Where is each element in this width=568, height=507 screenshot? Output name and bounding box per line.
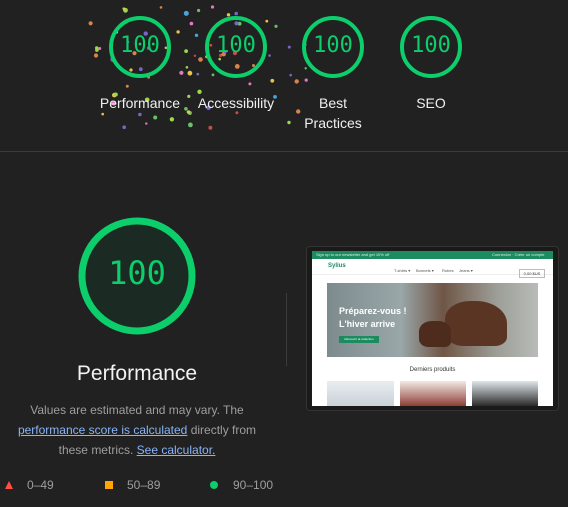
boot-image [445, 301, 507, 346]
gauge-seo[interactable]: 100 SEO [371, 15, 491, 113]
performance-description: Values are estimated and may vary. The p… [6, 400, 268, 460]
legend-range: 50–89 [127, 478, 161, 492]
confetti-dot [188, 122, 193, 128]
confetti-dot [122, 7, 126, 10]
site-nav-item: Robes [442, 268, 454, 273]
boot-image [419, 321, 451, 347]
site-logo: Sylius [328, 263, 346, 269]
circle-pass-icon [210, 481, 218, 489]
site-topbar: Sign up to our newsletter and get 10% of… [312, 251, 553, 259]
hero-line: L'hiver arrive [339, 319, 396, 329]
square-average-icon [105, 481, 113, 489]
product-thumbnail [400, 381, 466, 406]
product-thumbnail [327, 381, 394, 406]
description-text: Values are estimated and may vary. The [30, 403, 244, 417]
category-summary: 100 Performance 100 Accessibility 100 Be… [0, 0, 568, 152]
legend-pass: 90–100 [209, 478, 273, 492]
confetti-dot [169, 117, 175, 122]
cart-button: 0,00 $US [519, 269, 545, 278]
site-nav-item: Bonnets ▾ [416, 268, 434, 273]
legend-fail: 0–49 [4, 478, 54, 492]
legend-average: 50–89 [104, 478, 160, 492]
legend-range: 90–100 [233, 478, 274, 492]
page-screenshot: Sign up to our newsletter and get 10% of… [312, 251, 553, 406]
hero-banner: Préparez-vous ! L'hiver arrive Découvrir… [327, 283, 538, 357]
performance-score: 100 [108, 254, 166, 292]
confetti-dot [210, 5, 215, 9]
site-nav-item: T-shirts ▾ [394, 268, 411, 273]
final-screenshot[interactable]: Sign up to our newsletter and get 10% of… [307, 247, 558, 410]
performance-title: Performance [76, 362, 198, 385]
product-thumbnail [472, 381, 538, 406]
confetti-dot [122, 125, 126, 129]
gauge-label: Best Practices [304, 95, 362, 131]
topbar-text: Sign up to our newsletter and get 10% of… [316, 252, 390, 257]
gauge-label: SEO [416, 95, 446, 111]
gauge-score: 100 [411, 33, 451, 58]
topbar-text: Connexion · Créer un compte [492, 252, 545, 257]
hero-line: Préparez-vous ! [339, 306, 407, 316]
performance-score-calculated-link[interactable]: performance score is calculated [18, 423, 187, 437]
hero-button: Découvrir la collection [339, 336, 379, 343]
site-nav-item: Jeans ▾ [459, 268, 473, 273]
section-divider [0, 151, 568, 152]
hero-heading: Préparez-vous ! L'hiver arrive [339, 305, 407, 331]
confetti-dot [159, 6, 163, 9]
see-calculator-link[interactable]: See calculator. [137, 443, 216, 457]
confetti-dot [138, 112, 142, 117]
confetti-dot [145, 122, 148, 125]
confetti-dot [153, 115, 158, 120]
section-title: Derniers produits [409, 367, 456, 373]
triangle-fail-icon [5, 481, 13, 489]
confetti-dot [197, 8, 201, 13]
confetti-dot [101, 112, 104, 116]
confetti-dot [208, 125, 213, 130]
vertical-separator [286, 293, 287, 366]
legend-range: 0–49 [27, 478, 54, 492]
